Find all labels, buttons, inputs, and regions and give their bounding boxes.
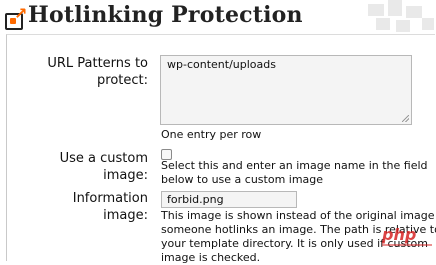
- information-image-label-line1: Information: [72, 191, 148, 206]
- url-patterns-help: One entry per row: [161, 128, 262, 141]
- page-title: Hotlinking Protection: [28, 2, 303, 28]
- information-image-label: Information image:: [20, 190, 148, 224]
- custom-image-help-line2: below to use a custom image: [161, 173, 324, 186]
- information-image-input[interactable]: forbid.png: [161, 191, 297, 208]
- url-patterns-label: URL Patterns to protect:: [20, 55, 148, 89]
- url-patterns-value: wp-content/uploads: [167, 58, 276, 71]
- watermark-logo: php: [382, 224, 432, 248]
- hotlink-protection-icon: ↗: [4, 6, 30, 30]
- custom-image-help-line1: Select this and enter an image name in t…: [161, 159, 428, 172]
- url-patterns-label-line1: URL Patterns to: [47, 56, 148, 71]
- custom-image-label: Use a custom image:: [20, 150, 148, 184]
- watermark-text: php: [382, 225, 417, 244]
- custom-image-label-line2: image:: [103, 168, 148, 183]
- url-patterns-label-line2: protect:: [97, 73, 148, 88]
- information-image-value: forbid.png: [167, 193, 224, 206]
- window: ↗ Hotlinking Protection URL Patterns to …: [0, 0, 436, 264]
- resize-grip-icon[interactable]: [402, 115, 409, 122]
- custom-image-help: Select this and enter an image name in t…: [161, 159, 428, 187]
- page-header: ↗ Hotlinking Protection: [0, 0, 436, 34]
- watermark-underline: [382, 244, 432, 246]
- decorative-pixel-pattern: [366, 0, 436, 34]
- information-image-help-line1: This image is shown instead of the origi…: [161, 209, 436, 222]
- information-image-label-line2: image:: [103, 208, 148, 223]
- custom-image-label-line1: Use a custom: [59, 151, 148, 166]
- url-patterns-textarea[interactable]: wp-content/uploads: [160, 55, 412, 125]
- information-image-help-line4: image is checked.: [161, 251, 261, 264]
